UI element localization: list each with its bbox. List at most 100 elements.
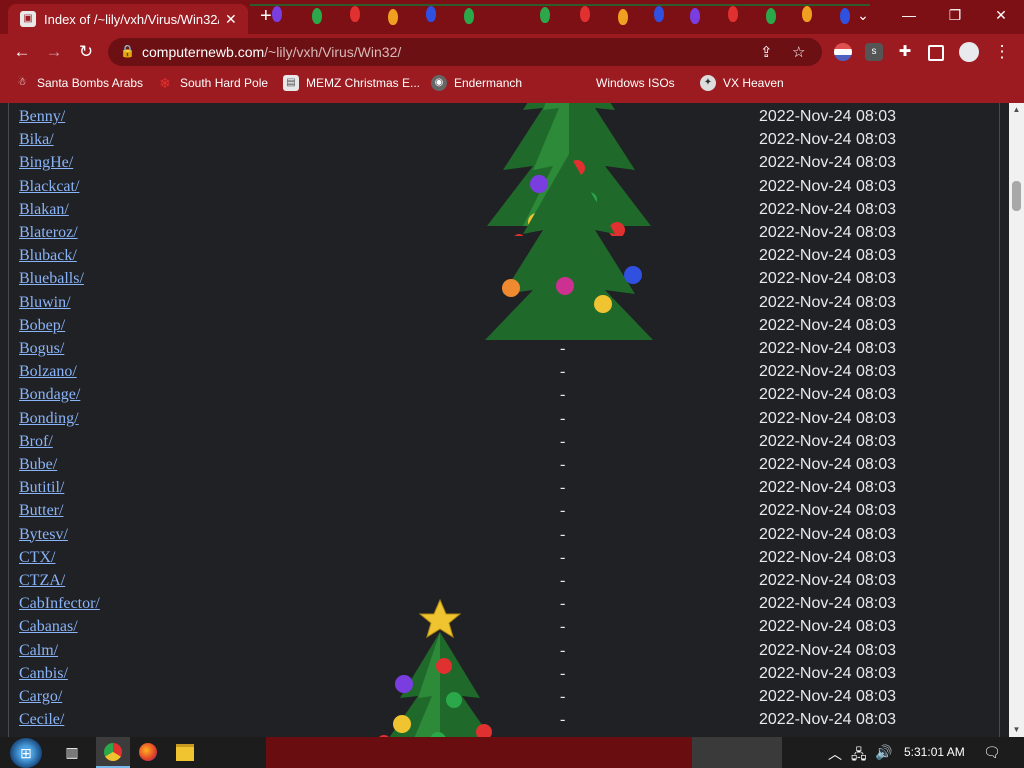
chrome-taskbar-icon[interactable] <box>96 737 130 768</box>
size-cell: - <box>560 386 566 404</box>
directory-link[interactable]: Bika/ <box>19 131 54 149</box>
directory-link[interactable]: Blueballs/ <box>19 270 84 288</box>
file-explorer-taskbar-icon[interactable] <box>174 741 196 763</box>
directory-link[interactable]: Bondage/ <box>19 386 80 404</box>
windows-icon <box>586 75 592 91</box>
address-bar[interactable]: 🔒 computernewb.com/~lily/vxh/Virus/Win32… <box>108 38 822 66</box>
lock-icon[interactable]: 🔒 <box>120 44 135 58</box>
directory-link[interactable]: Benny/ <box>19 108 65 126</box>
start-button[interactable]: ⊞ <box>10 738 42 768</box>
directory-link[interactable]: Bogus/ <box>19 340 64 358</box>
light-bulb <box>350 6 360 22</box>
directory-link[interactable]: Bonding/ <box>19 410 79 428</box>
directory-link[interactable]: Bluwin/ <box>19 294 71 312</box>
directory-link[interactable]: Butter/ <box>19 502 63 520</box>
light-bulb <box>464 8 474 24</box>
listing-row: CTX/ - 2022-Nov-24 08:03 <box>0 549 1000 572</box>
bookmark-windows-isos[interactable]: Windows ISOs <box>586 75 675 91</box>
directory-link[interactable]: CTX/ <box>19 549 55 567</box>
date-cell: 2022-Nov-24 08:03 <box>759 131 896 149</box>
directory-link[interactable]: Cargo/ <box>19 688 62 706</box>
listing-row: CTZA/ - 2022-Nov-24 08:03 <box>0 572 1000 595</box>
directory-link[interactable]: Bluback/ <box>19 247 77 265</box>
bookmark-label: VX Heaven <box>723 76 784 90</box>
size-cell: - <box>560 688 566 705</box>
directory-link[interactable]: Cecile/ <box>19 711 64 729</box>
bookmark-santa-bombs-arabs[interactable]: ☃ Santa Bombs Arabs <box>14 75 144 91</box>
directory-link[interactable]: BingHe/ <box>19 154 73 172</box>
profile-avatar-icon[interactable] <box>959 42 979 62</box>
date-cell: 2022-Nov-24 08:03 <box>759 618 896 636</box>
scroll-up-icon[interactable]: ▲ <box>1009 103 1024 117</box>
directory-link[interactable]: Canbis/ <box>19 665 68 683</box>
minimize-button[interactable]: — <box>886 0 932 30</box>
directory-link[interactable]: Bobep/ <box>19 317 65 335</box>
extension-s-icon[interactable]: s <box>865 43 883 61</box>
directory-link[interactable]: CTZA/ <box>19 572 65 590</box>
bookmark-south-hard-pole[interactable]: ❄ South Hard Pole <box>157 75 268 91</box>
side-panel-icon[interactable] <box>928 45 944 61</box>
directory-link[interactable]: Bytesv/ <box>19 526 68 544</box>
date-cell: 2022-Nov-24 08:03 <box>759 247 896 265</box>
directory-link[interactable]: Brof/ <box>19 433 53 451</box>
bookmark-vx-heaven[interactable]: ✦ VX Heaven <box>700 75 784 91</box>
date-cell: 2022-Nov-24 08:03 <box>759 316 896 334</box>
bookmark-endermanch[interactable]: ◉ Endermanch <box>431 75 522 91</box>
folder-icon <box>176 743 194 761</box>
scroll-down-icon[interactable]: ▼ <box>1009 723 1024 737</box>
restore-button[interactable]: ❐ <box>932 0 978 30</box>
directory-link[interactable]: Cabanas/ <box>19 618 78 636</box>
volume-icon[interactable]: 🔊 <box>875 744 892 761</box>
directory-link[interactable]: Calm/ <box>19 642 58 660</box>
task-view-icon[interactable]: ▥ <box>61 741 83 763</box>
directory-link[interactable]: Blateroz/ <box>19 224 78 242</box>
show-hidden-icons-icon[interactable]: ︿ <box>828 744 842 764</box>
directory-link[interactable]: CabInfector/ <box>19 595 100 613</box>
bookmark-label: Windows ISOs <box>596 76 675 90</box>
size-cell: - <box>560 363 566 381</box>
tab-close-icon[interactable]: ✕ <box>225 11 237 28</box>
network-icon[interactable]: 🖧 <box>851 744 867 768</box>
menu-kebab-icon[interactable]: ⋮ <box>990 41 1014 63</box>
size-cell: - <box>560 502 566 520</box>
reload-button[interactable]: ↻ <box>74 41 98 63</box>
forward-button[interactable]: → <box>42 41 66 63</box>
scrollbar-thumb[interactable] <box>1012 181 1021 211</box>
size-cell: - <box>560 479 566 497</box>
listing-row: Brof/ - 2022-Nov-24 08:03 <box>0 433 1000 456</box>
listing-row: Bonding/ - 2022-Nov-24 08:03 <box>0 410 1000 433</box>
tab-active[interactable]: ▣ Index of /~lily/vxh/Virus/Win32/ ✕ <box>8 4 248 34</box>
date-cell: 2022-Nov-24 08:03 <box>759 595 896 613</box>
new-tab-button[interactable]: + <box>260 6 272 26</box>
directory-link[interactable]: Butitil/ <box>19 479 64 497</box>
vertical-scrollbar[interactable]: ▲ ▼ <box>1009 103 1024 737</box>
taskbar-clock[interactable]: 5:31:01 AM <box>904 745 965 759</box>
folder-favicon-icon: ▣ <box>20 11 36 27</box>
directory-link[interactable]: Blakan/ <box>19 201 69 219</box>
close-window-button[interactable]: ✕ <box>978 0 1024 30</box>
size-cell: - <box>560 641 566 659</box>
extension-flag-icon[interactable] <box>834 43 852 61</box>
back-button[interactable]: ← <box>10 41 34 63</box>
size-cell: - <box>560 618 566 636</box>
toolbar: ← → ↻ 🔒 computernewb.com/~lily/vxh/Virus… <box>0 34 1024 70</box>
snowflake-icon: ❄ <box>159 75 171 91</box>
size-cell: - <box>560 409 566 427</box>
date-cell: 2022-Nov-24 08:03 <box>759 641 896 659</box>
bookmark-star-icon[interactable]: ☆ <box>792 43 805 61</box>
extensions-puzzle-icon[interactable]: ✚ <box>896 43 914 61</box>
notification-center-icon[interactable]: 🗨 <box>983 744 1001 761</box>
taskbar-wallpaper-band <box>692 737 782 768</box>
directory-link[interactable]: Blackcat/ <box>19 178 79 196</box>
directory-link[interactable]: Bube/ <box>19 456 57 474</box>
date-cell: 2022-Nov-24 08:03 <box>759 224 896 241</box>
bookmark-memz-christmas[interactable]: ▤ MEMZ Christmas E... <box>283 75 420 91</box>
tab-search-icon[interactable]: ⌄ <box>840 0 886 30</box>
directory-link[interactable]: Bolzano/ <box>19 363 77 381</box>
christmas-tree-top-lower <box>485 154 653 340</box>
size-cell: - <box>560 572 566 589</box>
share-icon[interactable]: ⇪ <box>760 43 773 61</box>
url-text[interactable]: computernewb.com/~lily/vxh/Virus/Win32/ <box>142 44 401 60</box>
listing-row: Butitil/ - 2022-Nov-24 08:03 <box>0 479 1000 502</box>
firefox-taskbar-icon[interactable] <box>137 741 159 763</box>
